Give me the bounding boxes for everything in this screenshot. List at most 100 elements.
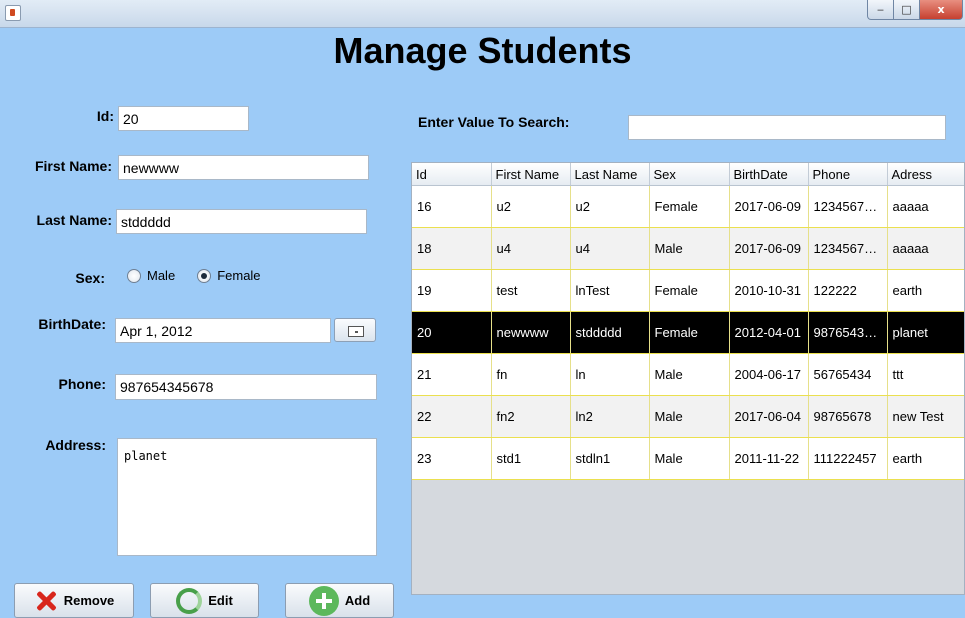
table-cell[interactable]: newwww [491, 311, 571, 354]
calendar-icon [348, 326, 364, 337]
birthdate-label: BirthDate: [38, 316, 106, 332]
table-cell[interactable]: Female [649, 269, 730, 312]
table-cell[interactable]: 2010-10-31 [729, 269, 809, 312]
search-input[interactable] [628, 115, 946, 140]
phone-label: Phone: [58, 376, 106, 392]
calendar-button[interactable] [334, 318, 376, 342]
table-cell[interactable]: fn2 [491, 395, 571, 438]
table-cell[interactable]: Male [649, 395, 730, 438]
table-cell[interactable]: u2 [570, 185, 650, 228]
table-cell[interactable]: stdln1 [570, 437, 650, 480]
table-cell[interactable]: new Test [887, 395, 964, 438]
table-row[interactable]: 23 std1 stdln1 Male 2011-11-22 111222457 earth [412, 437, 964, 480]
table-cell[interactable]: 12345678... [808, 185, 888, 228]
column-header[interactable]: Sex [649, 163, 730, 186]
sex-radio-group: Male Female [127, 268, 283, 283]
table-cell[interactable]: planet [887, 311, 964, 354]
table-cell[interactable]: ttt [887, 353, 964, 396]
sex-label: Sex: [75, 270, 105, 286]
first-name-field[interactable]: newwww [118, 155, 369, 180]
column-header[interactable]: Id [412, 163, 492, 186]
close-button[interactable]: x [919, 0, 963, 20]
table-cell[interactable]: u4 [570, 227, 650, 270]
column-header[interactable]: Last Name [570, 163, 650, 186]
table-cell[interactable]: test [491, 269, 571, 312]
table-cell[interactable]: 12345678... [808, 227, 888, 270]
x-icon [34, 589, 58, 613]
table-row[interactable]: 19 test lnTest Female 2010-10-31 122222 earth [412, 269, 964, 312]
table-cell[interactable]: earth [887, 437, 964, 480]
birthdate-field[interactable]: Apr 1, 2012 [115, 318, 331, 343]
table-cell[interactable]: Male [649, 437, 730, 480]
table-row[interactable]: 20 newwww stddddd Female 2012-04-01 98765434.… [412, 311, 964, 354]
table-cell[interactable]: 98765678 [808, 395, 888, 438]
sex-male-label[interactable]: Male [147, 268, 175, 283]
java-app-icon [5, 5, 21, 21]
minimize-button[interactable]: ‒ [867, 0, 894, 20]
table-cell[interactable]: 2017-06-09 [729, 185, 809, 228]
table-cell[interactable]: Female [649, 185, 730, 228]
address-label: Address: [45, 437, 106, 453]
last-name-label: Last Name: [36, 212, 112, 228]
table-cell[interactable]: 2011-11-22 [729, 437, 809, 480]
students-table: Id First Name Last Name Sex BirthDate Phone Ad… [411, 162, 965, 595]
table-cell[interactable]: lnTest [570, 269, 650, 312]
last-name-field[interactable]: stddddd [116, 209, 367, 234]
table-cell[interactable]: stddddd [570, 311, 650, 354]
table-cell[interactable]: 2017-06-09 [729, 227, 809, 270]
add-button-label: Add [344, 593, 371, 608]
remove-button-label: Remove [63, 593, 115, 608]
table-cell[interactable]: 2017-06-04 [729, 395, 809, 438]
table-cell[interactable]: u2 [491, 185, 571, 228]
table-cell[interactable]: 19 [412, 269, 492, 312]
edit-button[interactable]: Edit [150, 583, 259, 618]
table-row[interactable]: 22 fn2 ln2 Male 2017-06-04 98765678 new Test [412, 395, 964, 438]
table-header: Id First Name Last Name Sex BirthDate Phone Ad… [412, 163, 964, 186]
maximize-button[interactable]: □ [893, 0, 920, 20]
table-cell[interactable]: 2012-04-01 [729, 311, 809, 354]
table-cell[interactable]: 23 [412, 437, 492, 480]
table-cell[interactable]: 111222457 [808, 437, 888, 480]
table-cell[interactable]: 122222 [808, 269, 888, 312]
table-cell[interactable]: u4 [491, 227, 571, 270]
remove-button[interactable]: Remove [14, 583, 134, 618]
table-cell[interactable]: Male [649, 227, 730, 270]
address-textarea[interactable]: planet [117, 438, 377, 556]
table-cell[interactable]: 56765434 [808, 353, 888, 396]
table-cell[interactable]: aaaaa [887, 227, 964, 270]
column-header[interactable]: Phone [808, 163, 888, 186]
search-label: Enter Value To Search: [418, 114, 570, 130]
table-row[interactable]: 16 u2 u2 Female 2017-06-09 12345678... aaaaa [412, 185, 964, 228]
sex-female-radio[interactable] [197, 268, 212, 283]
table-cell[interactable]: 18 [412, 227, 492, 270]
table-cell[interactable]: aaaaa [887, 185, 964, 228]
table-row[interactable]: 21 fn ln Male 2004-06-17 56765434 ttt [412, 353, 964, 396]
sex-male-radio[interactable] [127, 268, 141, 283]
id-field[interactable]: 20 [118, 106, 249, 131]
table-row[interactable]: 18 u4 u4 Male 2017-06-09 12345678... aaaaa [412, 227, 964, 270]
table-cell[interactable]: ln [570, 353, 650, 396]
table-cell[interactable]: Female [649, 311, 730, 354]
table-cell[interactable]: 98765434... [808, 311, 888, 354]
table-cell[interactable]: 2004-06-17 [729, 353, 809, 396]
id-label: Id: [96, 108, 114, 124]
table-cell[interactable]: 20 [412, 311, 492, 354]
add-button[interactable]: Add [285, 583, 394, 618]
table-cell[interactable]: 16 [412, 185, 492, 228]
column-header[interactable]: First Name [491, 163, 571, 186]
sex-female-label[interactable]: Female [217, 268, 260, 283]
plus-icon [308, 585, 339, 616]
table-cell[interactable]: earth [887, 269, 964, 312]
refresh-icon [176, 587, 203, 614]
edit-button-label: Edit [208, 593, 233, 608]
table-cell[interactable]: ln2 [570, 395, 650, 438]
table-cell[interactable]: fn [491, 353, 571, 396]
table-cell[interactable]: Male [649, 353, 730, 396]
phone-field[interactable]: 987654345678 [115, 374, 377, 400]
column-header[interactable]: BirthDate [729, 163, 809, 186]
column-header[interactable]: Adress [887, 163, 964, 186]
table-cell[interactable]: std1 [491, 437, 571, 480]
first-name-label: First Name: [34, 158, 112, 174]
table-cell[interactable]: 22 [412, 395, 492, 438]
table-cell[interactable]: 21 [412, 353, 492, 396]
